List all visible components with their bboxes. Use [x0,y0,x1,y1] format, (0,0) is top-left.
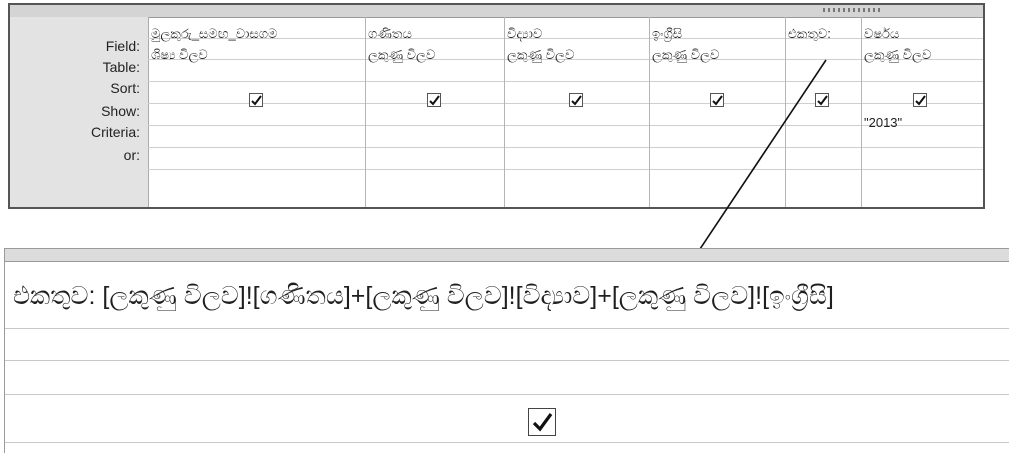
show-checkbox[interactable] [569,93,583,107]
grid-grip-handle[interactable] [823,8,883,12]
row-label-or: or: [123,147,140,163]
calculated-field-expression[interactable]: එකතුව: [ලකුණු විලව]![ගණිතය]+[ලකුණු විලව]… [13,282,834,311]
grid-column-6[interactable]: වර්ෂය ලකුණු විලව "2013" [861,17,983,207]
field-cell[interactable]: එකතුව: [788,26,831,42]
field-cell[interactable]: ගණිතය [368,26,412,42]
row-labels-column: Field: Table: Sort: Show: Criteria: or: [10,17,149,207]
table-cell[interactable]: ලකුණු විලව [507,47,574,63]
show-checkbox[interactable] [710,93,724,107]
field-cell[interactable]: වර්ෂය [864,26,899,42]
show-checkbox[interactable] [815,93,829,107]
zoomed-field-column: එකතුව: [ලකුණු විලව]![ගණිතය]+[ලකුණු විලව]… [4,248,1009,453]
grid-column-4[interactable]: ඉංග්‍රීසි ලකුණු විලව [649,17,786,207]
row-label-show: Show: [101,103,140,119]
table-cell[interactable]: ශිෂ්‍ය විලව [151,47,208,63]
grid-column-3[interactable]: විද්‍යාව ලකුණු විලව [504,17,650,207]
checkmark-icon [915,95,926,106]
row-label-sort: Sort: [110,80,140,96]
field-cell[interactable]: ඉංග්‍රීසි [652,26,682,42]
field-cell[interactable]: විද්‍යාව [507,26,542,42]
table-cell[interactable]: ලකුණු විලව [652,47,719,63]
checkmark-icon [429,95,440,106]
zoomed-show-checkbox[interactable] [528,408,556,436]
checkmark-icon [712,95,723,106]
checkmark-icon [571,95,582,106]
show-checkbox[interactable] [249,93,263,107]
checkmark-icon [251,95,262,106]
table-cell[interactable]: ලකුණු විලව [864,47,931,63]
row-label-field: Field: [105,38,140,54]
table-cell[interactable]: ලකුණු විලව [368,47,435,63]
zoomed-column-header[interactable] [5,248,1009,262]
grid-column-5[interactable]: එකතුව: [785,17,862,207]
criteria-cell[interactable]: "2013" [864,115,902,130]
grid-column-2[interactable]: ගණිතය ලකුණු විලව [365,17,505,207]
show-checkbox[interactable] [427,93,441,107]
field-cell[interactable]: මුලකුරු_සමඟ_වාසගම [151,26,277,42]
show-checkbox[interactable] [913,93,927,107]
checkmark-icon [532,413,553,432]
row-label-table: Table: [102,59,140,75]
checkmark-icon [817,95,828,106]
row-label-criteria: Criteria: [90,124,140,140]
query-design-grid: Field: Table: Sort: Show: Criteria: or: … [8,3,985,209]
grid-column-1[interactable]: මුලකුරු_සමඟ_වාසගම ශිෂ්‍ය විලව [148,17,366,207]
